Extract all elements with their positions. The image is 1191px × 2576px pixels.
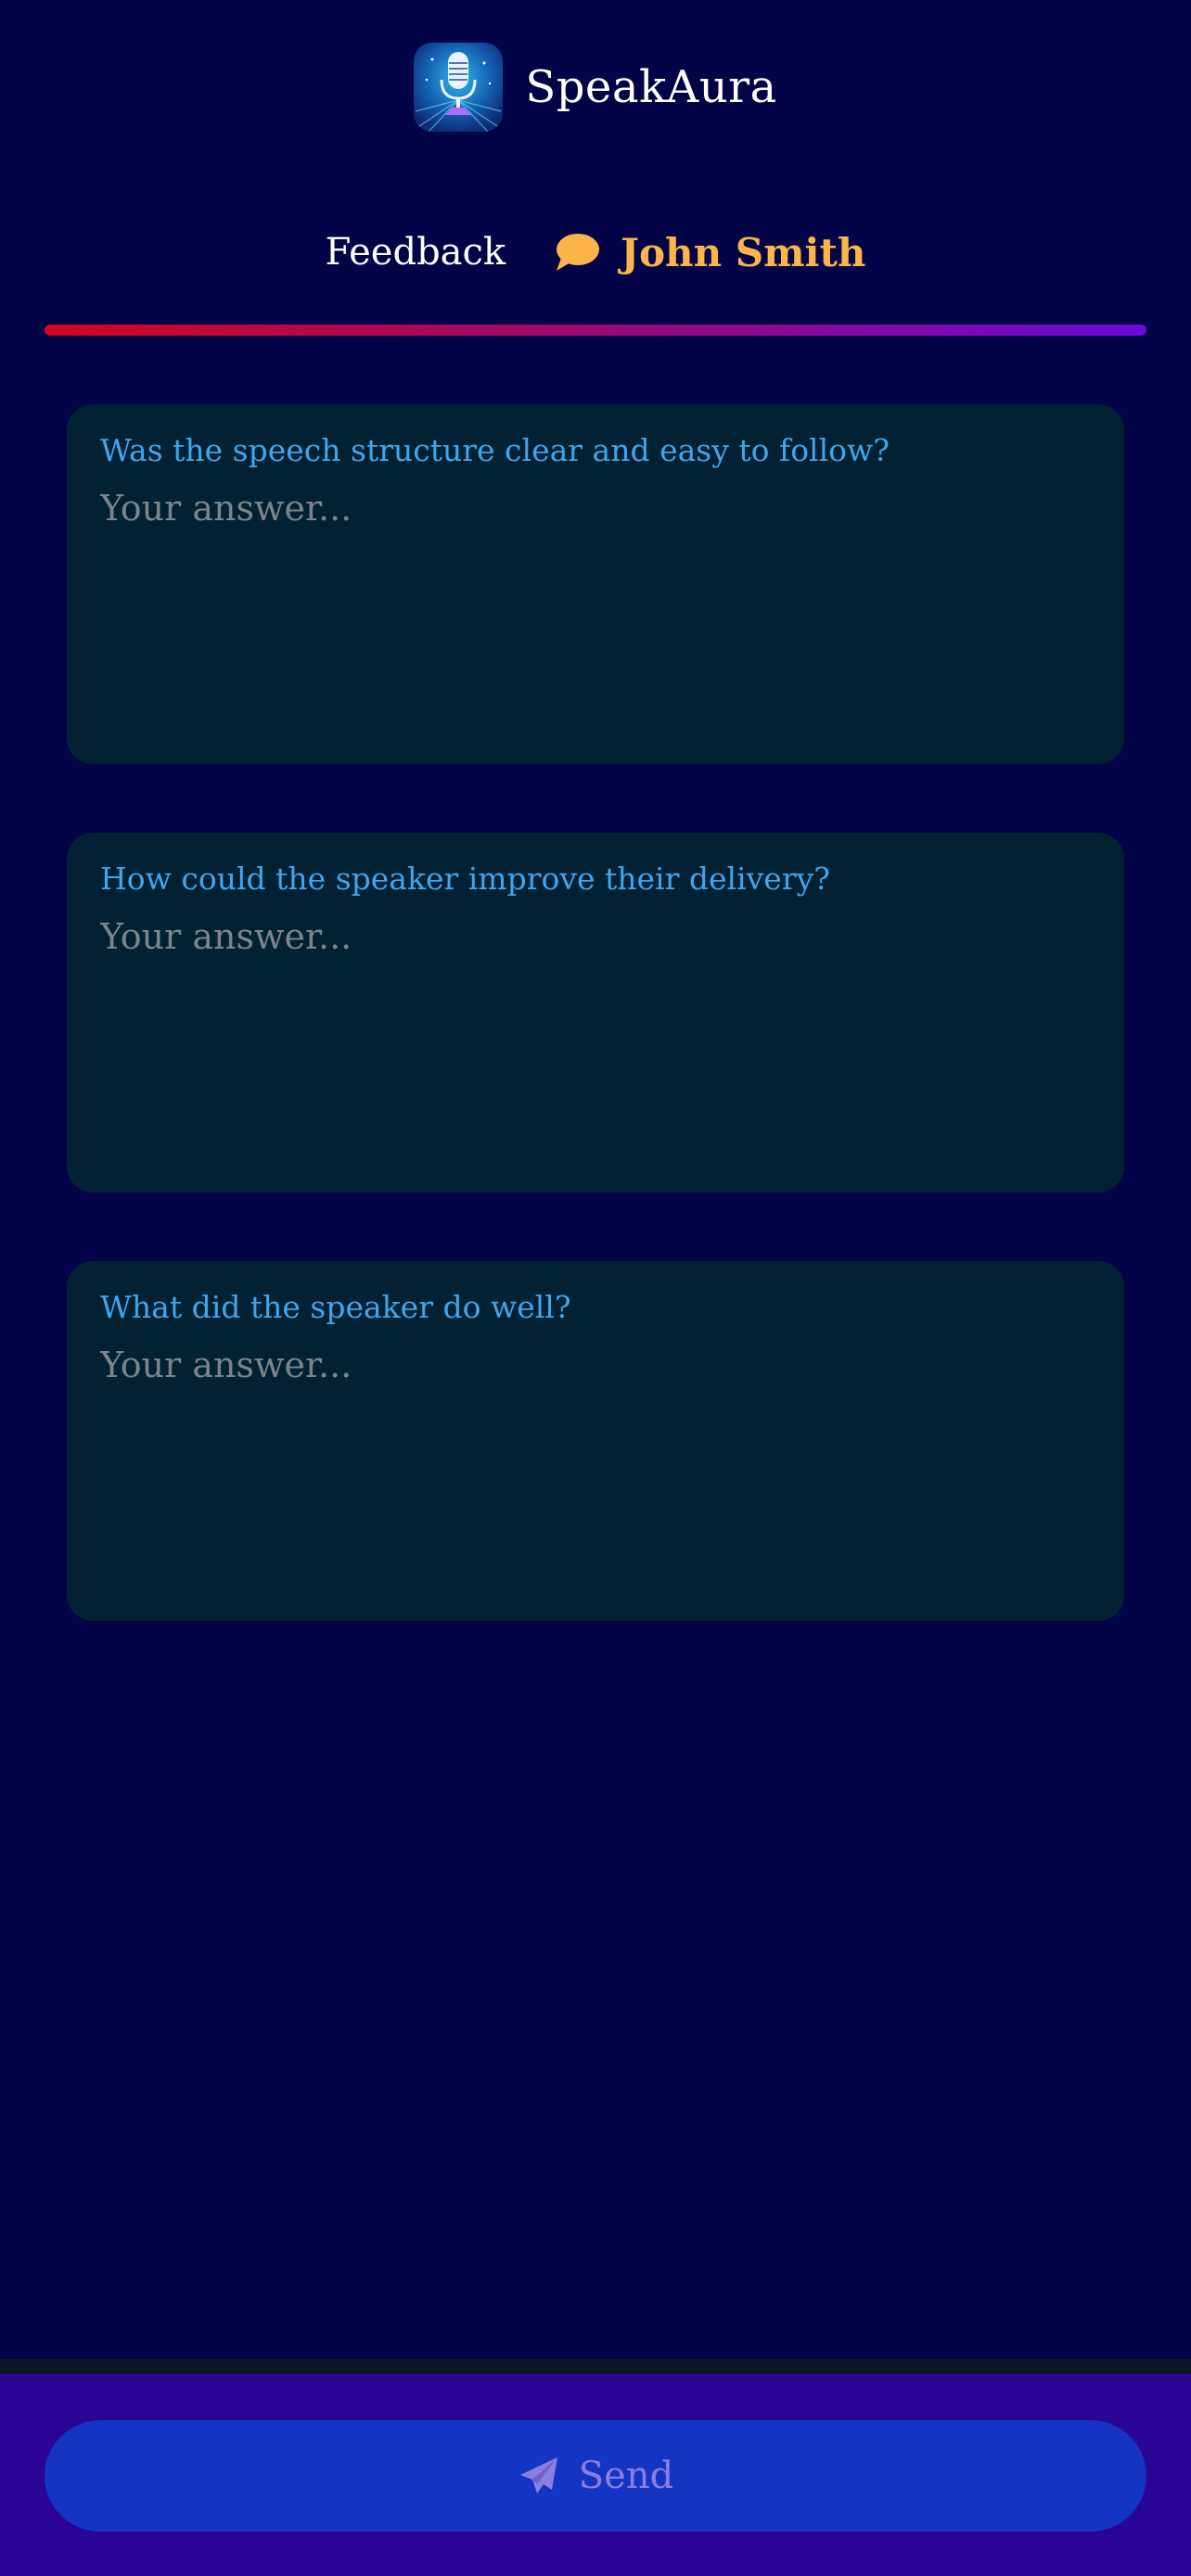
paper-plane-icon — [519, 2457, 557, 2493]
question-card: What did the speaker do well? — [67, 1261, 1124, 1621]
question-text: How could the speaker improve their deli… — [100, 861, 830, 897]
user-name: John Smith — [621, 229, 866, 275]
app-logo — [414, 43, 504, 132]
send-label: Send — [578, 2455, 674, 2497]
question-text: What did the speaker do well? — [100, 1289, 571, 1325]
footer-bar: Send — [0, 2374, 1191, 2576]
answer-input[interactable] — [100, 916, 1091, 1148]
question-card: How could the speaker improve their deli… — [67, 833, 1124, 1192]
chat-bubble-icon — [557, 234, 600, 271]
answer-input[interactable] — [100, 488, 1091, 720]
question-card: Was the speech structure clear and easy … — [67, 404, 1124, 764]
footer-divider — [0, 2359, 1191, 2374]
send-button[interactable]: Send — [45, 2420, 1146, 2531]
feedback-screen: SpeakAura Feedback John Smith Was the sp… — [0, 0, 1191, 2576]
answer-input[interactable] — [100, 1345, 1091, 1576]
microphone-icon — [416, 52, 502, 132]
feedback-label: Feedback — [325, 231, 506, 274]
progress-divider — [45, 325, 1146, 336]
app-header: SpeakAura — [0, 43, 1191, 132]
feedback-subheader: Feedback John Smith — [0, 223, 1191, 282]
question-text: Was the speech structure clear and easy … — [100, 432, 890, 468]
app-title: SpeakAura — [525, 61, 777, 113]
